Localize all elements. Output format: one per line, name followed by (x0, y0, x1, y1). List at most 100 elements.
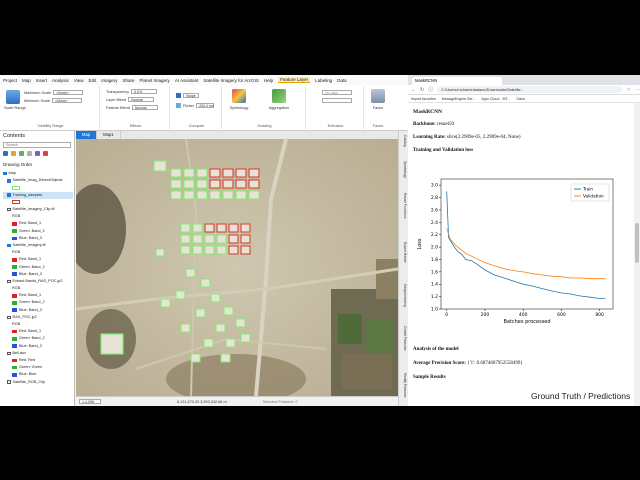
side-tab-create-features[interactable]: Create Features (401, 326, 407, 351)
detected-building-outline[interactable] (200, 278, 211, 288)
training-sample-outline[interactable] (228, 234, 239, 244)
detected-building-outline[interactable] (190, 353, 201, 363)
map-canvas[interactable] (76, 139, 398, 396)
faces-button[interactable]: Faces (366, 106, 390, 110)
detected-building-outline[interactable] (155, 248, 165, 257)
list-by-snapping-icon[interactable] (35, 151, 40, 156)
menu-tab-ai-assistant[interactable]: AI Assistant (175, 78, 199, 83)
layer-item[interactable]: Red: Red (3, 357, 73, 364)
training-sample-outline[interactable] (235, 168, 247, 178)
layer-item[interactable]: Green: Band_2 (3, 335, 73, 342)
layer-visibility-checkbox[interactable] (7, 315, 11, 320)
training-sample-outline[interactable] (248, 179, 260, 189)
detected-building-outline[interactable] (204, 234, 215, 244)
layer-item[interactable]: Blue: Band_3 (3, 343, 73, 350)
layer-item[interactable]: Blue: Band_3 (3, 235, 73, 242)
detected-building-outline[interactable] (196, 190, 208, 200)
detected-building-outline[interactable] (220, 353, 231, 363)
detected-building-outline[interactable] (235, 318, 246, 328)
side-tab-modify-features[interactable]: Modify Features (401, 373, 407, 397)
detected-building-outline[interactable] (192, 234, 203, 244)
no-data-select[interactable]: No data (322, 90, 352, 95)
extrusion-expression[interactable] (322, 98, 352, 103)
training-sample-outline[interactable] (228, 245, 239, 255)
layer-item[interactable]: Green: Band_2 (3, 263, 73, 270)
detected-building-outline[interactable] (223, 306, 234, 316)
detected-building-outline[interactable] (192, 245, 203, 255)
menu-tab-edit[interactable]: Edit (89, 78, 97, 83)
layer-item[interactable]: Red: Band_1 (3, 328, 73, 335)
layer-visibility-checkbox[interactable] (7, 243, 11, 248)
layer-item[interactable]: Map (3, 170, 73, 177)
detected-building-outline[interactable] (175, 290, 186, 300)
detected-building-outline[interactable] (216, 245, 227, 255)
side-tab-raster-functions[interactable]: Raster Functions (401, 193, 407, 219)
training-sample-outline[interactable] (209, 168, 221, 178)
detected-building-outline[interactable] (248, 190, 260, 200)
layer-item[interactable] (3, 199, 73, 206)
refresh-icon[interactable]: ↻ (420, 87, 424, 93)
menu-tab-share[interactable]: Share (123, 78, 135, 83)
browser-tab[interactable]: MaskRCNN (412, 77, 502, 85)
detected-building-outline[interactable] (170, 179, 182, 189)
side-tab-catalog[interactable]: Catalog (401, 135, 407, 147)
detected-building-outline[interactable] (170, 168, 182, 178)
layer-item[interactable]: Blue: Band_3 (3, 307, 73, 314)
training-sample-outline[interactable] (248, 168, 260, 178)
detected-building-outline[interactable] (196, 179, 208, 189)
layer-item[interactable]: Red: Band_1 (3, 220, 73, 227)
training-sample-outline[interactable] (240, 245, 251, 255)
layer-item[interactable]: RGB (3, 213, 73, 220)
symbology-icon[interactable] (232, 89, 246, 103)
menu-tab-satellite-imagery-for-arcgis[interactable]: Satellite Imagery for ArcGIS (203, 78, 259, 83)
detected-building-outline[interactable] (196, 168, 208, 178)
flicker-input[interactable]: 200.0 ms (196, 103, 215, 108)
layer-item[interactable]: Satellite_Imagery.tif (3, 242, 73, 249)
menu-tab-data[interactable]: Data (337, 78, 347, 83)
detected-building-outline[interactable] (170, 190, 182, 200)
map-tab-map[interactable]: Map (76, 131, 98, 139)
list-by-labeling-icon[interactable] (43, 151, 48, 156)
layer-item[interactable]: RAS_POC.jp2 (3, 314, 73, 321)
list-by-source-icon[interactable] (11, 151, 16, 156)
detected-building-outline[interactable] (160, 298, 171, 308)
faces-icon[interactable] (371, 89, 385, 103)
layer-visibility-checkbox[interactable] (7, 279, 11, 284)
info-icon[interactable]: ⓘ (428, 86, 433, 93)
layer-visibility-checkbox[interactable] (3, 171, 7, 176)
detected-building-outline[interactable] (180, 234, 191, 244)
scrollbar-thumb[interactable] (635, 223, 639, 263)
back-icon[interactable]: ← (411, 87, 416, 93)
side-tab-symbology[interactable]: Symbology (401, 161, 407, 178)
menu-tab-feature-layer[interactable]: Feature Layer (278, 77, 311, 83)
side-tab-export-raster[interactable]: Export Raster (401, 242, 407, 263)
detected-building-outline[interactable] (210, 293, 221, 303)
detected-building-outline[interactable] (240, 333, 251, 343)
swipe-icon[interactable] (176, 93, 181, 98)
training-sample-outline[interactable] (240, 234, 251, 244)
satellite-map[interactable] (76, 139, 398, 396)
layer-item[interactable]: Blue: Band_3 (3, 271, 73, 278)
detected-building-outline[interactable] (215, 323, 226, 333)
bookmark-item[interactable]: Import favorites (411, 97, 436, 101)
detected-building-outline[interactable] (183, 168, 195, 178)
layer-item[interactable]: Green: Band_2 (3, 228, 73, 235)
flicker-icon[interactable] (176, 103, 181, 108)
detected-building-outline[interactable] (180, 245, 191, 255)
bookmark-item[interactable]: Agro Cloud - MT... (481, 97, 510, 101)
detected-building-outline[interactable] (225, 338, 236, 348)
layer-item[interactable]: Blue: Blue (3, 371, 73, 378)
detected-building-outline[interactable] (216, 234, 227, 244)
detected-building-outline[interactable] (222, 190, 234, 200)
layer-visibility-checkbox[interactable] (7, 179, 11, 183)
training-sample-outline[interactable] (209, 179, 221, 189)
detected-building-outline[interactable] (195, 308, 206, 318)
training-sample-outline[interactable] (222, 168, 234, 178)
menu-tab-map[interactable]: Map (22, 78, 31, 83)
transparency-input[interactable]: 0.0% (131, 89, 158, 94)
aggregation-icon[interactable] (272, 89, 286, 103)
swipe-button[interactable]: Swipe (183, 93, 199, 98)
layer-item[interactable]: RGB (3, 321, 73, 328)
layer-item[interactable]: Satellite_Imagery_Clip.tif (3, 206, 73, 213)
list-by-drawing-order-icon[interactable] (3, 151, 8, 156)
